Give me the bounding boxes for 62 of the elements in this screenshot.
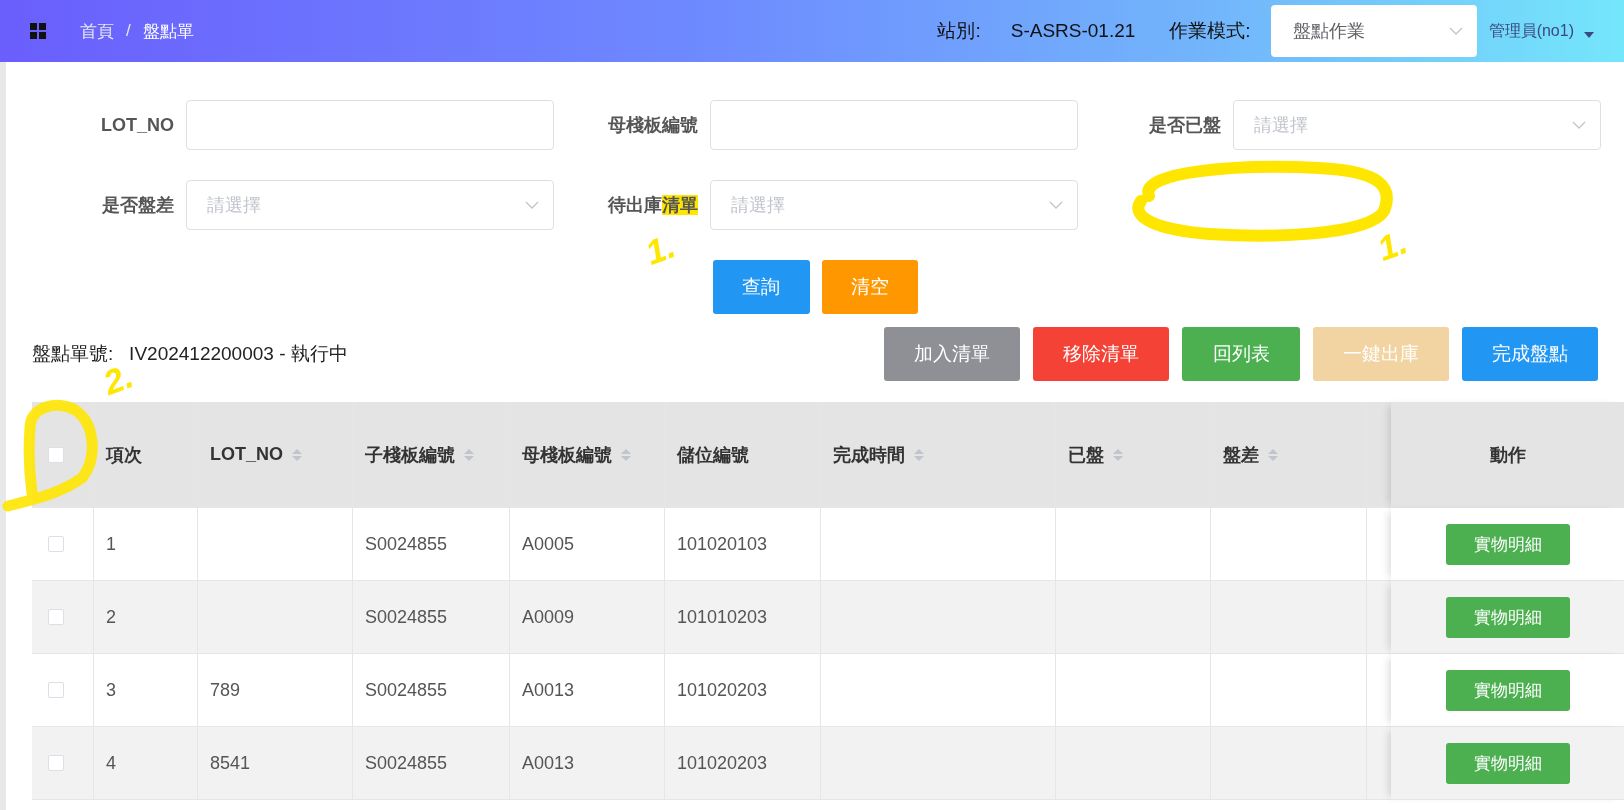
column-header: LOT_NO (210, 444, 283, 465)
table-cell: 8541 (198, 727, 353, 800)
breadcrumb-separator: / (126, 21, 131, 41)
caret-icon (1584, 32, 1594, 38)
grid-menu-icon[interactable] (30, 23, 46, 39)
filter-label: 是否已盤 (1148, 114, 1221, 137)
filter-label: 是否盤差 (101, 194, 174, 217)
filter-label: 待出庫清單 (606, 194, 698, 217)
select-field[interactable]: 請選擇 (186, 180, 554, 230)
table-cell: S0024855 (353, 727, 510, 800)
chevron-down-icon (525, 201, 539, 209)
sort-icon (291, 446, 303, 463)
select-all-checkbox[interactable] (48, 446, 64, 463)
mode-label: 作業模式: (1169, 19, 1251, 43)
select-field[interactable]: 請選擇 (710, 180, 1078, 230)
detail-button[interactable]: 實物明細 (1445, 523, 1570, 565)
action-button[interactable]: 加入清單 (884, 327, 1020, 381)
column-header: 已盤 (1068, 443, 1104, 467)
action-button[interactable]: 回列表 (1182, 327, 1300, 381)
row-checkbox[interactable] (48, 755, 64, 771)
column-header: 盤差 (1223, 443, 1259, 467)
detail-button[interactable]: 實物明細 (1445, 596, 1570, 638)
select-field[interactable]: 請選擇 (1233, 100, 1601, 150)
station-value: S-ASRS-01.21 (1010, 20, 1136, 42)
clear-button[interactable]: 清空 (821, 260, 918, 314)
sort-icon (913, 446, 925, 463)
chevron-down-icon (1049, 201, 1063, 209)
input-field[interactable] (710, 100, 1078, 150)
column-header: 動作 (1489, 443, 1526, 467)
action-button[interactable]: 完成盤點 (1462, 327, 1598, 381)
breadcrumb-item: 盤點單 (142, 20, 194, 43)
input-field[interactable] (186, 100, 554, 150)
chevron-down-icon (1448, 27, 1463, 35)
column-header: 項次 (106, 443, 142, 467)
sort-icon (620, 446, 632, 463)
order-number: 盤點單號: IV202412200003 - 執行中 (32, 342, 348, 366)
sort-icon (1267, 446, 1279, 463)
sort-icon (1112, 446, 1124, 463)
table-cell: 4 (94, 727, 198, 800)
row-checkbox[interactable] (48, 609, 64, 625)
column-header: 儲位編號 (677, 443, 749, 467)
table-cell: A0013 (510, 727, 665, 800)
action-button[interactable]: 移除清單 (1033, 327, 1169, 381)
row-checkbox[interactable] (48, 682, 64, 698)
filter-label: 母棧板編號 (607, 114, 698, 137)
user-menu[interactable]: 管理員(no1) (1488, 20, 1574, 42)
station-label: 站別: (937, 19, 981, 43)
handwritten-mark: 1. (1373, 224, 1412, 266)
detail-button[interactable]: 實物明細 (1445, 742, 1570, 784)
row-checkbox[interactable] (48, 536, 64, 552)
chevron-down-icon (1572, 121, 1586, 129)
detail-button[interactable]: 實物明細 (1445, 669, 1570, 711)
column-header: 母棧板編號 (522, 443, 612, 467)
mode-select[interactable]: 盤點作業 (1270, 5, 1477, 57)
breadcrumb-item[interactable]: 首頁 (80, 19, 114, 43)
sort-icon (463, 446, 475, 463)
search-button[interactable]: 查詢 (712, 260, 810, 314)
handwritten-mark: 1. (641, 228, 680, 270)
table-cell: 101020203 (665, 727, 821, 800)
column-header: 完成時間 (833, 443, 905, 467)
filter-label: LOT_NO (100, 114, 174, 136)
column-header: 子棧板編號 (365, 443, 455, 467)
